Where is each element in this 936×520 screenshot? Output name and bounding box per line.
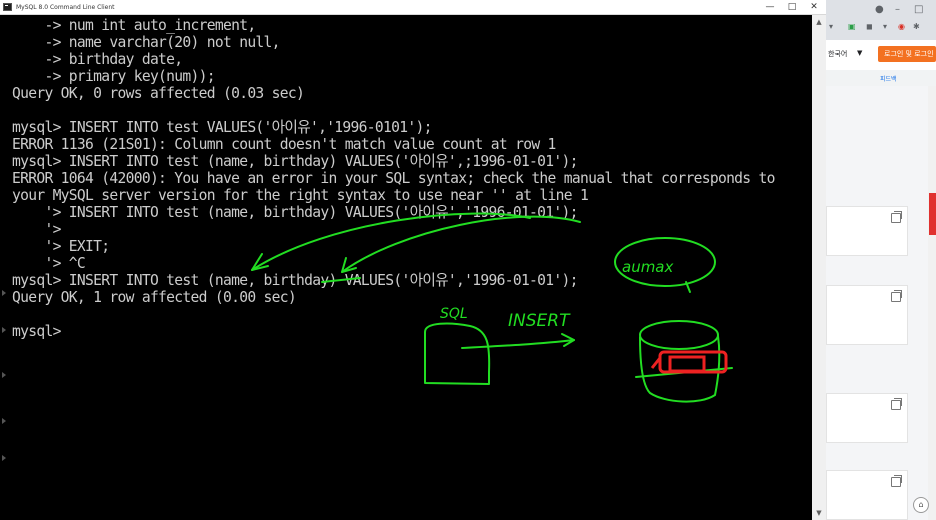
annotation-arrow-insert [461, 339, 575, 349]
annotation-strike [321, 277, 361, 283]
annotation-text-aumax: aumax [622, 258, 674, 276]
annotation-arrow-name [251, 212, 531, 271]
annotation-cylinder-top [639, 320, 719, 350]
annotation-box [424, 322, 491, 385]
annotation-text-sql: SQL [440, 306, 468, 322]
handwritten-annotations: aumax SQL INSERT [251, 212, 733, 403]
annotation-text-insert: INSERT [508, 311, 571, 331]
